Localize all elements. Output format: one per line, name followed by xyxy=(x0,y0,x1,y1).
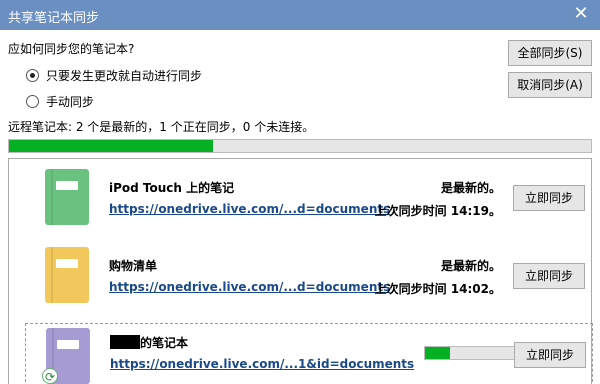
cancel-sync-button[interactable]: 取消同步(A) xyxy=(508,72,592,98)
shared-notebook-sync-dialog: 共享笔记本同步 ✕ 应如何同步您的笔记本? 只要发生更改就自动进行同步 手动同步… xyxy=(0,0,600,384)
window-title: 共享笔记本同步 xyxy=(8,11,100,26)
notebook-link[interactable]: https://onedrive.live.com/...d=documents xyxy=(109,280,390,294)
list-item[interactable]: ⟳ 的笔记本 https://onedrive.live.com/...1&id… xyxy=(25,323,593,384)
list-item[interactable]: iPod Touch 上的笔记 https://onedrive.live.co… xyxy=(25,169,591,231)
notebook-link[interactable]: https://onedrive.live.com/...d=documents xyxy=(109,202,390,216)
progress-fill xyxy=(425,347,450,359)
overall-progress-bar xyxy=(8,139,592,153)
notebook-name: iPod Touch 上的笔记 xyxy=(109,181,235,195)
sync-state: 是最新的。 xyxy=(440,181,501,195)
list-item[interactable]: 购物清单 https://onedrive.live.com/...d=docu… xyxy=(25,247,591,309)
radio-button[interactable] xyxy=(26,95,39,108)
notebook-link[interactable]: https://onedrive.live.com/...1&id=docume… xyxy=(110,357,414,371)
radio-manual-sync[interactable]: 手动同步 xyxy=(26,93,94,110)
notebook-name: 的笔记本 xyxy=(110,334,188,351)
radio-label: 手动同步 xyxy=(46,95,95,109)
notebook-icon xyxy=(45,247,89,303)
sync-now-button[interactable]: 立即同步 xyxy=(513,185,585,211)
notebook-name: 购物清单 xyxy=(109,259,158,273)
title-bar: 共享笔记本同步 ✕ xyxy=(0,0,600,30)
sync-state: 是最新的。 xyxy=(440,259,501,273)
radio-auto-sync[interactable]: 只要发生更改就自动进行同步 xyxy=(26,67,202,84)
sync-all-button[interactable]: 全部同步(S) xyxy=(508,40,592,66)
close-icon[interactable]: ✕ xyxy=(570,3,592,25)
redacted-name xyxy=(110,335,140,349)
notebook-sync-progress xyxy=(424,346,524,360)
last-sync-time: 上次同步时间 14:19。 xyxy=(374,204,501,218)
radio-label: 只要发生更改就自动进行同步 xyxy=(46,69,203,83)
sync-now-button[interactable]: 立即同步 xyxy=(514,342,586,368)
radio-button-checked[interactable] xyxy=(26,69,39,82)
sync-question: 应如何同步您的笔记本? xyxy=(8,42,135,56)
notebook-icon xyxy=(45,169,89,225)
sync-status-text: 远程笔记本: 2 个是最新的，1 个正在同步，0 个未连接。 xyxy=(8,120,315,134)
sync-now-button[interactable]: 立即同步 xyxy=(513,263,585,289)
sync-icon: ⟳ xyxy=(42,368,58,384)
last-sync-time: 上次同步时间 14:02。 xyxy=(374,282,501,296)
notebook-list[interactable]: iPod Touch 上的笔记 https://onedrive.live.co… xyxy=(8,158,593,384)
progress-fill xyxy=(9,140,213,152)
